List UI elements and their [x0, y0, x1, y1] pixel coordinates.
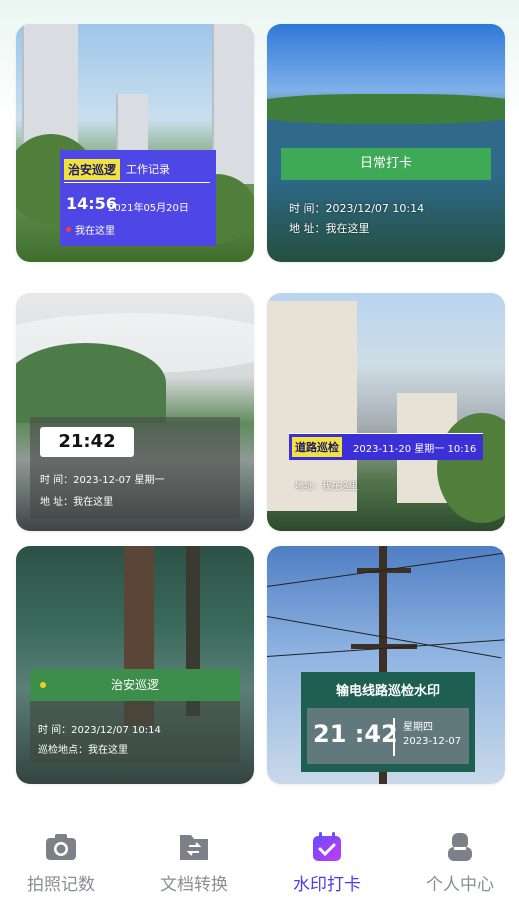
- watermark-time-panel: 21 :42 星期四 2023-12-07: [307, 708, 469, 764]
- watermark-overlay: 治安巡逻 工作记录 14:56 2021年05月20日 我在这里: [60, 150, 216, 246]
- nav-label: 个人中心: [426, 875, 494, 895]
- watermark-template-grid: 治安巡逻 工作记录 14:56 2021年05月20日 我在这里 日常打卡 时 …: [0, 0, 519, 800]
- building-decor: [212, 24, 254, 184]
- watermark-time-row: 时 间：2023/12/07 10:14: [38, 725, 161, 736]
- watermark-time-row: 时 间：2023-12-07 星期一: [40, 475, 165, 486]
- template-card-power-line[interactable]: 输电线路巡检水印 21 :42 星期四 2023-12-07: [267, 546, 505, 784]
- watermark-title: 输电线路巡检水印: [335, 684, 440, 699]
- divider: [64, 182, 210, 183]
- watermark-overlay: 输电线路巡检水印 21 :42 星期四 2023-12-07: [301, 672, 475, 772]
- watermark-place-row: 巡检地点：我在这里: [38, 745, 128, 756]
- template-card-road-inspection[interactable]: 道路巡检 2023-11-20 星期一 10:16 地址：我在这里: [267, 293, 505, 531]
- calendar-check-icon: [310, 830, 344, 864]
- nav-item-profile[interactable]: 个人中心: [395, 830, 519, 895]
- watermark-subtitle: 工作记录: [126, 163, 170, 176]
- nav-label: 水印打卡: [293, 875, 361, 895]
- watermark-tag: 道路巡检: [292, 437, 342, 457]
- user-icon: [443, 830, 477, 864]
- bottom-navigation: 拍照记数 文档转换 水印打卡 个人中心: [0, 812, 519, 898]
- watermark-info-panel: 时 间：2023/12/07 10:14 巡检地点：我在这里: [30, 701, 240, 763]
- status-dot-icon: [40, 682, 46, 688]
- watermark-title-bar: 治安巡逻: [30, 669, 240, 701]
- watermark-time-row: 时 间：2023/12/07 10:14: [289, 202, 425, 215]
- template-card-security-patrol[interactable]: 治安巡逻 工作记录 14:56 2021年05月20日 我在这里: [16, 24, 254, 262]
- shoreline-decor: [267, 94, 505, 124]
- watermark-title-bar: 日常打卡: [281, 148, 491, 180]
- watermark-tag: 治安巡逻: [64, 159, 121, 180]
- nav-label: 文档转换: [160, 875, 228, 895]
- watermark-address-row: 地 址：我在这里: [289, 222, 370, 235]
- location-dot-icon: [66, 227, 71, 232]
- watermark-address-row: 地址：我在这里: [295, 482, 359, 492]
- template-card-daily-checkin[interactable]: 日常打卡 时 间：2023/12/07 10:14 地 址：我在这里: [267, 24, 505, 262]
- watermark-weekday: 星期四: [403, 722, 433, 733]
- watermark-bar: 道路巡检 2023-11-20 星期一 10:16: [289, 433, 483, 460]
- watermark-overlay: 21:42 时 间：2023-12-07 星期一 地 址：我在这里: [30, 417, 240, 519]
- watermark-date: 2023-12-07: [403, 736, 462, 747]
- divider: [393, 718, 395, 756]
- watermark-title: 治安巡逻: [110, 678, 159, 692]
- template-card-clock[interactable]: 21:42 时 间：2023-12-07 星期一 地 址：我在这里: [16, 293, 254, 531]
- watermark-date: 2021年05月20日: [108, 203, 189, 214]
- watermark-clock: 21:42: [40, 427, 134, 457]
- nav-label: 拍照记数: [27, 875, 95, 895]
- nav-item-watermark-checkin[interactable]: 水印打卡: [262, 830, 392, 895]
- nav-item-photo-count[interactable]: 拍照记数: [0, 830, 126, 895]
- camera-icon: [44, 830, 78, 864]
- template-card-patrol-forest[interactable]: 治安巡逻 时 间：2023/12/07 10:14 巡检地点：我在这里: [16, 546, 254, 784]
- hill-decor: [16, 343, 166, 423]
- watermark-address-row: 地 址：我在这里: [40, 497, 114, 508]
- nav-item-doc-convert[interactable]: 文档转换: [129, 830, 259, 895]
- watermark-location: 我在这里: [75, 226, 115, 237]
- watermark-clock: 21 :42: [313, 720, 398, 748]
- document-convert-icon: [177, 830, 211, 864]
- watermark-datetime: 2023-11-20 星期一 10:16: [353, 444, 477, 455]
